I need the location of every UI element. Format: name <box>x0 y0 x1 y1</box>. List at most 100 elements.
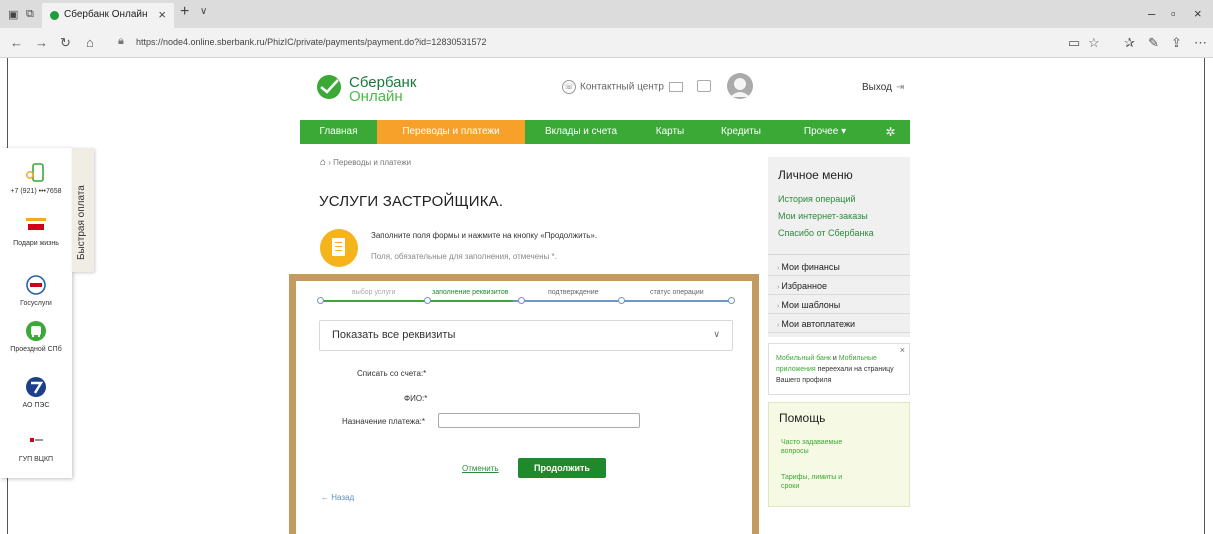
mobile-bank-link[interactable]: Мобильный банк <box>776 355 831 362</box>
quick-pay-label: АО ПЭС <box>22 402 50 409</box>
progress-steps: выбор услуги заполнение реквизитов подтв… <box>317 289 735 306</box>
steps-line-done <box>320 300 513 302</box>
tab-manager-icon[interactable]: ▣ <box>8 8 18 21</box>
continue-button[interactable]: Продолжить <box>518 458 606 478</box>
document-hint-icon <box>320 229 358 267</box>
quick-pay-panel: +7 (921) •••7658 Подари жизнь Госуслуги … <box>0 148 72 478</box>
address-url[interactable]: https://node4.online.sberbank.ru/PhizIC/… <box>136 37 487 47</box>
help-link-faq[interactable]: Часто задаваемые вопросы <box>781 438 871 456</box>
pm-section-favorites[interactable]: › Избранное <box>768 277 910 295</box>
browser-tab[interactable]: Сбербанк Онлайн × <box>42 3 174 28</box>
quick-pay-item-spb[interactable]: Проездной СПб <box>0 320 72 353</box>
purpose-input[interactable] <box>438 413 640 428</box>
close-window-icon[interactable]: × <box>1194 6 1202 21</box>
pes-logo <box>26 377 46 397</box>
menu-item-main[interactable]: Главная <box>300 120 377 144</box>
menu-settings-gear-icon[interactable]: ✲ <box>871 120 910 144</box>
show-details-toggle[interactable]: Показать все реквизиты ∨ <box>319 320 733 351</box>
form-hint: Заполните поля формы и нажмите на кнопку… <box>371 231 598 240</box>
cancel-link[interactable]: Отменить <box>462 464 499 473</box>
highlight-frame <box>289 274 759 534</box>
account-label: Списать со счета:* <box>357 369 427 378</box>
back-arrow-icon[interactable]: ← <box>10 35 23 50</box>
personal-menu-title: Личное меню <box>778 168 853 182</box>
bus-icon <box>26 321 46 341</box>
maximize-icon[interactable]: ▫ <box>1171 6 1176 21</box>
back-link[interactable]: ← Назад <box>321 493 354 502</box>
divider <box>768 254 910 255</box>
pm-section-label: Избранное <box>781 281 827 291</box>
pm-link-orders[interactable]: Мои интернет-заказы <box>778 211 868 221</box>
podari-zhizn-logo <box>26 218 46 230</box>
help-panel: Помощь Часто задаваемые вопросы Тарифы, … <box>768 402 910 507</box>
step-dot <box>728 297 735 304</box>
messages-icon[interactable] <box>697 80 711 92</box>
logout-label: Выход <box>862 82 892 93</box>
contact-center-link[interactable]: ☏ Контактный центр <box>562 80 664 94</box>
logout-icon: ⇥ <box>895 82 905 93</box>
refresh-icon[interactable]: ↻ <box>60 35 71 51</box>
pm-section-autopayments[interactable]: › Мои автоплатежи <box>768 315 910 333</box>
phone-circle-icon: ☏ <box>562 80 576 94</box>
home-icon[interactable]: ⌂ <box>86 35 94 50</box>
pm-section-label: Мои финансы <box>781 262 840 272</box>
screen: ▣ ⧉ Сбербанк Онлайн × + ∨ – ▫ × ← → ↻ ⌂ … <box>0 0 1213 534</box>
show-details-label: Показать все реквизиты <box>332 329 456 341</box>
sberbank-favicon-icon <box>50 11 59 20</box>
quick-pay-tab-label: Быстрая оплата <box>76 185 87 260</box>
quick-pay-item-gosuslugi[interactable]: Госуслуги <box>0 274 72 307</box>
lock-icon: 🔒︎ <box>118 35 124 47</box>
menu-item-deposits[interactable]: Вклады и счета <box>525 120 637 144</box>
vckp-logo <box>30 438 43 442</box>
menu-item-other[interactable]: Прочее ▾ <box>779 120 871 144</box>
pm-section-templates[interactable]: › Мои шаблоны <box>768 296 910 314</box>
pm-link-spasibo[interactable]: Спасибо от Сбербанка <box>778 228 874 238</box>
pm-section-label: Мои автоплатежи <box>781 319 855 329</box>
breadcrumb: ⌂ › Переводы и платежи <box>320 157 412 168</box>
quick-pay-label: ГУП ВЦКП <box>18 456 54 463</box>
quick-pay-label: Госуслуги <box>20 300 52 307</box>
favorites-hub-icon[interactable]: ✰ <box>1124 35 1135 51</box>
tab-close-icon[interactable]: × <box>158 7 166 22</box>
mail-icon[interactable] <box>669 82 683 92</box>
reading-view-icon[interactable]: ▭ <box>1068 35 1080 51</box>
pm-link-history[interactable]: История операций <box>778 194 856 204</box>
sberbank-logo-icon <box>317 75 341 99</box>
notice-text: и <box>830 355 839 362</box>
menu-item-transfers[interactable]: Переводы и платежи <box>377 120 525 144</box>
profile-notice: × Мобильный банк и Мобильные приложения … <box>768 343 910 395</box>
quick-pay-label: Проездной СПб <box>10 346 62 353</box>
address-bar[interactable]: 🔒︎ https://node4.online.sberbank.ru/Phiz… <box>114 33 1069 53</box>
contact-center-label: Контактный центр <box>580 81 664 93</box>
quick-pay-tab[interactable]: Быстрая оплата <box>72 148 94 272</box>
new-tab-icon[interactable]: + <box>180 3 189 21</box>
page-border-right <box>1204 58 1205 534</box>
step-label: выбор услуги <box>352 289 396 296</box>
menu-item-credits[interactable]: Кредиты <box>703 120 779 144</box>
purpose-label: Назначение платежа:* <box>342 417 426 426</box>
back-tabs-icon[interactable]: ⧉ <box>26 8 34 21</box>
quick-pay-item-pes[interactable]: АО ПЭС <box>0 376 72 409</box>
forward-arrow-icon[interactable]: → <box>35 35 48 50</box>
quick-pay-item-vckp[interactable]: ГУП ВЦКП <box>0 430 72 463</box>
help-title: Помощь <box>779 411 826 425</box>
menu-item-cards[interactable]: Карты <box>637 120 703 144</box>
more-icon[interactable]: ⋯ <box>1194 35 1207 51</box>
pm-section-finances[interactable]: › Мои финансы <box>768 258 910 276</box>
favorite-star-icon[interactable]: ☆ <box>1088 35 1100 51</box>
quick-pay-item-podari[interactable]: Подари жизнь <box>0 214 72 247</box>
minimize-icon[interactable]: – <box>1148 6 1155 21</box>
close-icon[interactable]: × <box>900 345 905 356</box>
tab-title: Сбербанк Онлайн <box>64 9 148 20</box>
quick-pay-item-phone[interactable]: +7 (921) •••7658 <box>0 162 72 195</box>
breadcrumb-link[interactable]: Переводы и платежи <box>333 158 411 167</box>
step-dot <box>618 297 625 304</box>
home-breadcrumb-icon[interactable]: ⌂ <box>320 157 326 168</box>
notes-pen-icon[interactable]: ✎ <box>1148 35 1159 51</box>
help-link-tariffs[interactable]: Тарифы, лимиты и сроки <box>781 473 861 491</box>
tab-list-chevron-icon[interactable]: ∨ <box>200 6 207 17</box>
logout-link[interactable]: Выход ⇥ <box>862 82 904 93</box>
share-icon[interactable]: ⇪ <box>1171 35 1182 51</box>
step-label-current: заполнение реквизитов <box>432 289 509 296</box>
avatar[interactable] <box>727 73 753 99</box>
